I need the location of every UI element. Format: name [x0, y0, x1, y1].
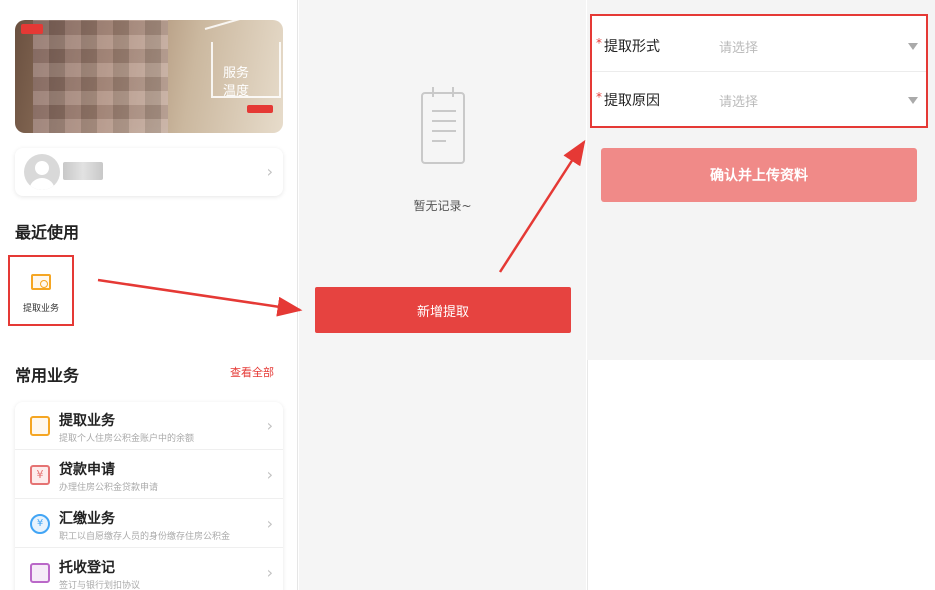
list-item-title: 贷款申请	[59, 462, 115, 478]
chevron-right-icon: ›	[266, 162, 273, 181]
list-item-loan[interactable]: ¥ 贷款申请 办理住房公积金贷款申请 ›	[15, 451, 283, 499]
promo-banner[interactable]: 服务 温度	[15, 20, 283, 133]
user-card[interactable]: ›	[15, 148, 283, 196]
select-placeholder: 请选择	[719, 41, 759, 56]
withdrawal-form: * 提取形式 请选择 * 提取原因 请选择	[590, 14, 928, 128]
chevron-right-icon: ›	[266, 563, 273, 582]
chevron-right-icon: ›	[266, 465, 273, 484]
recent-item-label: 提取业务	[22, 304, 59, 314]
list-item-withdrawal[interactable]: 提取业务 提取个人住房公积金账户中的余额 ›	[15, 402, 283, 450]
exchange-icon: ¥	[30, 514, 50, 534]
empty-records-text: 暂无记录~	[413, 199, 472, 213]
recent-title: 最近使用	[15, 223, 80, 242]
notepad-line	[432, 120, 456, 122]
banner-cta-button[interactable]	[247, 105, 273, 113]
notepad-line	[432, 130, 456, 132]
confirm-upload-button[interactable]: 确认并上传资料	[601, 148, 917, 202]
notepad-pin	[432, 87, 434, 97]
wallet-icon	[30, 416, 50, 436]
required-mark: *	[596, 90, 602, 104]
withdrawal-form-panel: * 提取形式 请选择 * 提取原因 请选择 确认并上传资料	[587, 0, 935, 360]
app-frame: 服务 温度 › 最近使用 提取业务 常用业务 查看全部 提取业务 提取个人住房公…	[0, 0, 935, 590]
banner-photo	[33, 20, 168, 133]
required-mark: *	[596, 36, 602, 50]
chevron-right-icon: ›	[266, 514, 273, 533]
avatar-head	[35, 161, 49, 175]
list-item-desc: 职工以自愿缴存人员的身份缴存住房公积金	[59, 532, 231, 542]
withdrawal-type-select[interactable]: * 提取形式 请选择	[592, 18, 926, 72]
add-withdrawal-button[interactable]: 新增提取	[315, 287, 571, 333]
notepad-pin	[452, 87, 454, 97]
list-item-title: 提取业务	[59, 413, 115, 429]
field-label: 提取原因	[604, 93, 660, 109]
notepad-line	[432, 110, 456, 112]
withdrawal-reason-select[interactable]: * 提取原因 请选择	[592, 72, 926, 126]
field-label: 提取形式	[604, 39, 660, 55]
loan-icon: ¥	[30, 465, 50, 485]
banner-line-2: 温度	[223, 84, 250, 99]
brand-logo	[21, 24, 43, 34]
recent-item-withdrawal[interactable]: 提取业务	[8, 255, 74, 326]
username-redacted	[63, 162, 103, 180]
house-outline-icon	[204, 20, 283, 30]
notepad-line	[432, 140, 446, 142]
records-panel: 暂无记录~ 新增提取	[299, 0, 586, 590]
avatar	[24, 154, 60, 190]
notepad-icon	[421, 87, 465, 164]
list-item-title: 托收登记	[59, 560, 115, 576]
list-item-collection[interactable]: 托收登记 签订与银行划扣协议 ›	[15, 549, 283, 590]
list-item-desc: 提取个人住房公积金账户中的余额	[59, 434, 195, 444]
select-placeholder: 请选择	[719, 95, 759, 110]
banner-text: 服务 温度	[223, 65, 249, 101]
common-title: 常用业务	[15, 366, 80, 385]
business-list: 提取业务 提取个人住房公积金账户中的余额 › ¥ 贷款申请 办理住房公积金贷款申…	[15, 402, 283, 590]
view-all-link[interactable]: 查看全部	[230, 364, 274, 380]
avatar-body	[29, 178, 55, 190]
home-panel: 服务 温度 › 最近使用 提取业务 常用业务 查看全部 提取业务 提取个人住房公…	[0, 0, 298, 590]
list-item-remittance[interactable]: ¥ 汇缴业务 职工以自愿缴存人员的身份缴存住房公积金 ›	[15, 500, 283, 548]
form-icon	[30, 563, 50, 583]
list-item-desc: 签订与银行划扣协议	[59, 581, 141, 590]
dropdown-arrow-icon	[908, 43, 918, 50]
chevron-right-icon: ›	[266, 416, 273, 435]
dropdown-arrow-icon	[908, 97, 918, 104]
wallet-icon	[31, 274, 51, 290]
list-item-desc: 办理住房公积金贷款申请	[59, 483, 159, 493]
banner-line-1: 服务	[223, 66, 250, 81]
list-item-title: 汇缴业务	[59, 511, 115, 527]
right-blank-area	[587, 360, 935, 590]
